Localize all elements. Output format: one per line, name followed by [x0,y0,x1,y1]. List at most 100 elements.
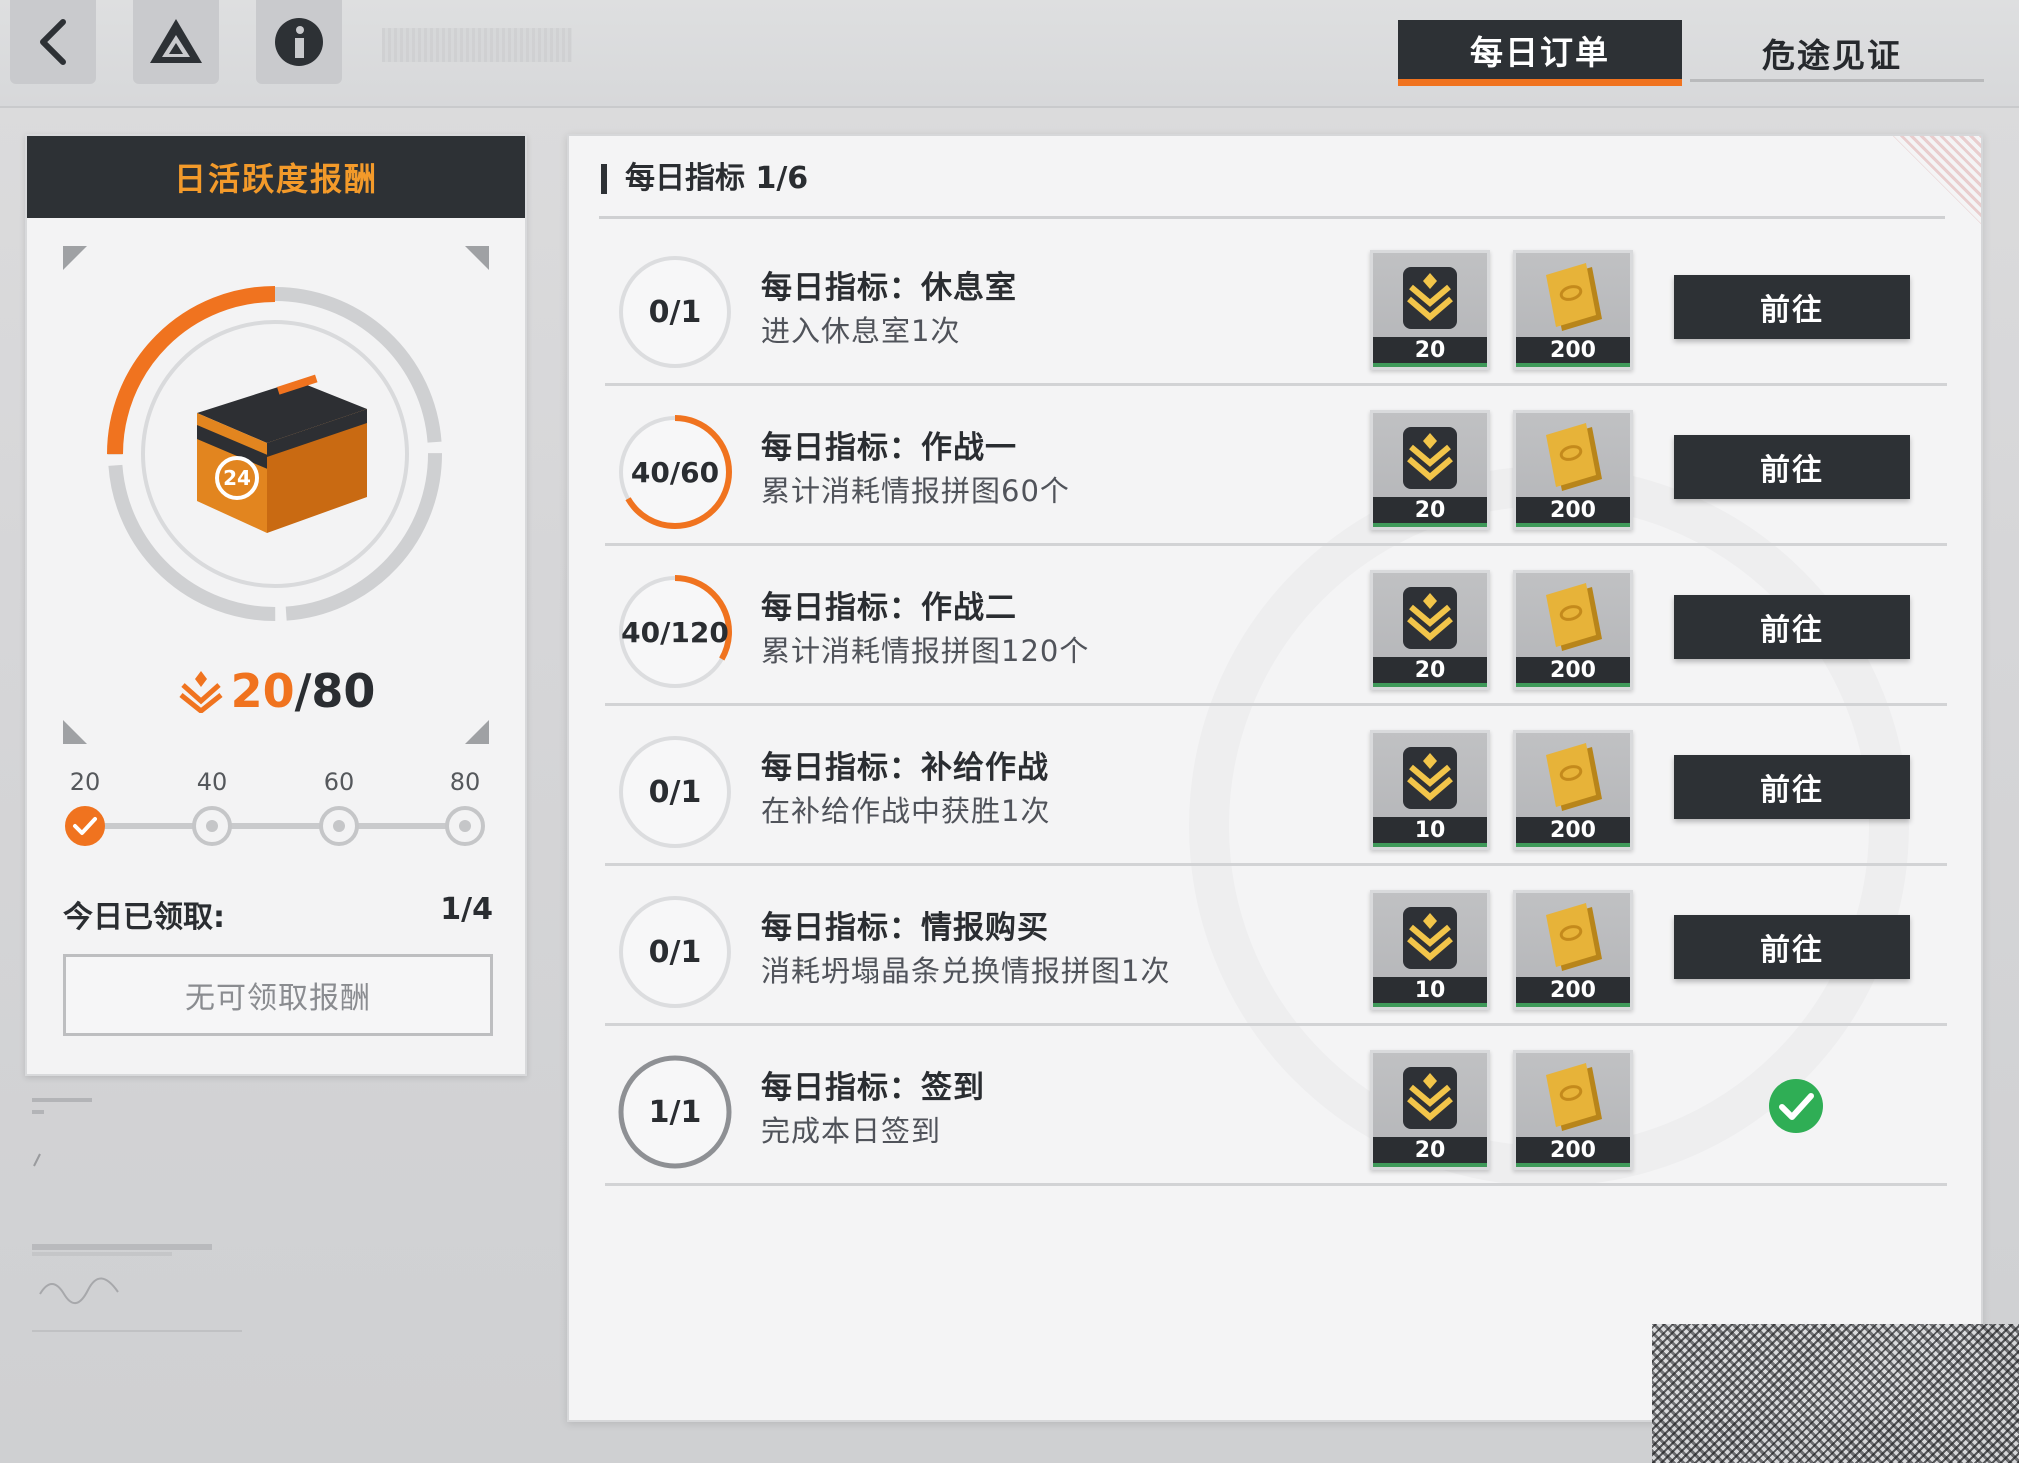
task-row: 1/1 每日指标：签到 完成本日签到 20 200 [605,1026,1947,1186]
task-description: 累计消耗情报拼图60个 [761,474,1070,508]
task-progress-text: 0/1 [648,294,702,330]
go-button[interactable]: 前往 [1674,915,1910,979]
panel-header: 日活跃度报酬 [27,136,525,218]
reward-quantity: 200 [1516,337,1630,367]
header-decoration [382,28,572,62]
reward-quantity: 20 [1373,337,1487,367]
task-progress-ring: 40/60 [615,412,735,532]
gold-bar-icon [1546,583,1602,651]
reward-quantity: 10 [1373,817,1487,847]
info-icon [275,18,323,66]
milestone-dot-complete[interactable] [65,806,105,846]
activity-points-reward[interactable]: 20 [1370,1050,1490,1170]
milestone-label: 40 [196,768,228,796]
reward-quantity: 20 [1373,1137,1487,1167]
task-row: 40/120 每日指标：作战二累计消耗情报拼图120个 20 200 前往 [605,546,1947,706]
tab-danger-witness[interactable]: 危途见证 [1690,20,1984,86]
task-description: 消耗坍塌晶条兑换情报拼图1次 [761,954,1171,988]
gold-bar-reward[interactable]: 200 [1513,1050,1633,1170]
reward-quantity: 200 [1516,977,1630,1007]
task-progress-ring: 40/120 [615,572,735,692]
gold-bar-icon [1546,903,1602,971]
task-title: 每日指标：作战二 [761,590,1017,626]
milestone-label: 80 [449,768,481,796]
task-progress-ring: 1/1 [615,1052,735,1172]
tasks-title: 每日指标 1/6 [601,164,808,194]
completed-check-icon [1769,1079,1823,1133]
noise-pattern-decoration [1652,1324,2019,1463]
task-progress-text: 1/1 [648,1094,702,1130]
claimed-label: 今日已领取: [63,900,225,935]
activity-points-reward[interactable]: 10 [1370,890,1490,1010]
reward-quantity: 20 [1373,497,1487,527]
reward-quantity: 200 [1516,817,1630,847]
milestone-dot[interactable] [192,806,232,846]
activity-points-icon [1403,427,1457,489]
task-description: 进入休息室1次 [761,314,961,348]
task-row: 0/1 每日指标：补给作战 在补给作战中获胜1次 10 200 前往 [605,706,1947,866]
activity-points-icon [1403,1067,1457,1129]
task-progress-ring: 0/1 [615,892,735,1012]
activity-points-icon [1403,747,1457,809]
info-button[interactable] [256,0,342,84]
claim-reward-button[interactable]: 无可领取报酬 [63,954,493,1036]
reward-chest-icon: 24 [197,374,367,533]
milestone-label: 60 [323,768,355,796]
top-bar: 每日订单 危途见证 [0,0,2019,108]
gold-bar-reward[interactable]: 200 [1513,250,1633,370]
reward-quantity: 200 [1516,497,1630,527]
task-row: 40/60 每日指标：作战一累计消耗情报拼图60个 20 200 前往 [605,386,1947,546]
activity-score: 20 / 80 [27,664,525,718]
tab-daily-orders[interactable]: 每日订单 [1398,20,1682,86]
milestone-label: 20 [69,768,101,796]
activity-points-icon [1403,267,1457,329]
background-decoration [32,1098,242,1332]
milestone-dot[interactable] [319,806,359,846]
activity-points-icon [1403,907,1457,969]
gold-bar-icon [1546,263,1602,331]
task-title: 每日指标：休息室 [761,270,1017,306]
task-title: 每日指标：签到 [761,1070,985,1106]
task-progress-ring: 0/1 [615,732,735,852]
task-row: 0/1 每日指标：情报购买消耗坍塌晶条兑换情报拼图1次 10 200 前往 [605,866,1947,1026]
milestone-track [85,823,465,829]
activity-points-icon [179,671,223,713]
task-description: 累计消耗情报拼图120个 [761,634,1090,668]
reward-quantity: 20 [1373,657,1487,687]
daily-tasks-panel: 每日指标 1/6 0/1 每日指标：休息室 进入休息室1次 20 200 前往 40/60… [567,134,1983,1422]
task-progress-text: 40/60 [630,455,720,489]
gold-bar-reward[interactable]: 200 [1513,570,1633,690]
back-arrow-icon [40,19,66,65]
title-divider [599,216,1945,219]
activity-points-reward[interactable]: 20 [1370,250,1490,370]
back-button[interactable] [10,0,96,84]
home-button[interactable] [133,0,219,84]
gold-bar-reward[interactable]: 200 [1513,890,1633,1010]
task-progress-text: 40/120 [621,615,729,649]
go-button[interactable]: 前往 [1674,275,1910,339]
task-progress-ring: 0/1 [615,252,735,372]
claim-button-label: 无可领取报酬 [185,981,371,1016]
triangle-logo-icon [150,19,202,63]
activity-points-reward[interactable]: 20 [1370,570,1490,690]
go-button[interactable]: 前往 [1674,595,1910,659]
activity-total: 80 [311,664,376,718]
go-button[interactable]: 前往 [1674,755,1910,819]
task-progress-text: 0/1 [648,934,702,970]
panel-title: 日活跃度报酬 [173,160,378,198]
activity-points-reward[interactable]: 10 [1370,730,1490,850]
reward-quantity: 10 [1373,977,1487,1007]
task-description: 在补给作战中获胜1次 [761,794,1051,828]
reward-quantity: 200 [1516,657,1630,687]
activity-current: 20 [230,664,295,718]
activity-reward-panel: 日活跃度报酬 24 20 / 80 20 40 60 80 今日已领取: 1/4… [25,134,527,1076]
go-button[interactable]: 前往 [1674,435,1910,499]
milestone-dot[interactable] [445,806,485,846]
task-title: 每日指标：补给作战 [761,750,1049,786]
gold-bar-icon [1546,1063,1602,1131]
gold-bar-reward[interactable]: 200 [1513,410,1633,530]
activity-points-reward[interactable]: 20 [1370,410,1490,530]
task-title: 每日指标：作战一 [761,430,1017,466]
gold-bar-reward[interactable]: 200 [1513,730,1633,850]
task-title: 每日指标：情报购买 [761,910,1049,946]
